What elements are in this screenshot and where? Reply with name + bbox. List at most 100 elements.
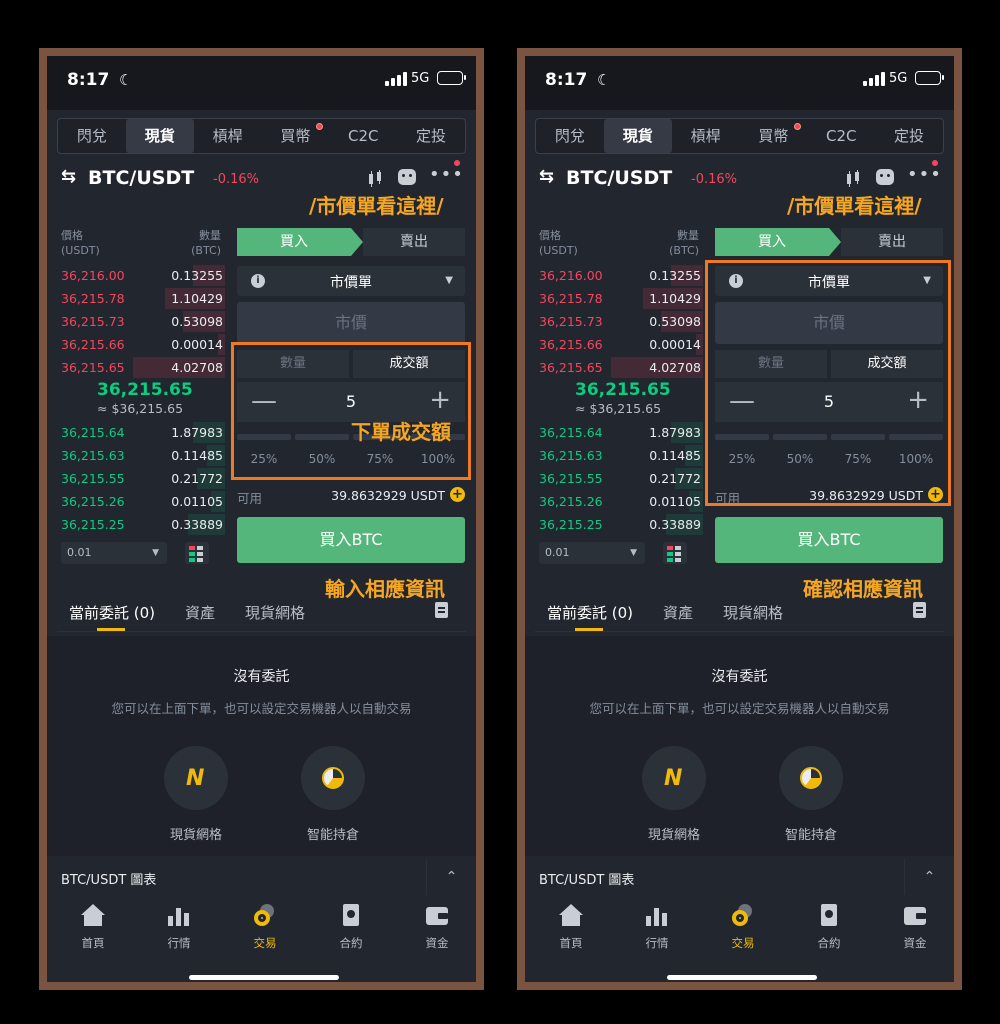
tab-recurring[interactable]: 定投 [875,119,943,153]
orderbook-row[interactable]: 36,215.25 0.33889 [57,513,225,536]
coins-icon [253,904,277,928]
orderbook-row[interactable]: 36,215.73 0.53098 [535,310,703,333]
orderbook-row[interactable]: 36,215.26 0.01105 [535,490,703,513]
tab-spot[interactable]: 現貨 [603,119,672,153]
trading-bot-icon[interactable] [876,169,894,185]
chart-bar[interactable]: BTC/USDT 圖表 ⌃ [47,859,476,895]
trading-bot-icon[interactable] [398,169,416,185]
notification-dot [454,160,460,166]
precision-select[interactable]: 0.01 [539,542,645,564]
nav-wallet[interactable]: 資金 [407,904,467,951]
tab-assets[interactable]: 資產 [185,602,215,623]
more-icon[interactable]: ••• [907,164,942,185]
promo-spot-grid[interactable]: N 現貨網格 [151,746,241,843]
orderbook-qty: 0.01105 [171,494,223,509]
home-indicator[interactable] [189,975,339,980]
candlestick-icon[interactable] [366,170,384,188]
chart-title: BTC/USDT 圖表 [61,873,157,888]
swap-icon[interactable]: ⇆ [61,166,76,187]
nav-trade[interactable]: 交易 [713,904,773,951]
nav-futures[interactable]: 合約 [799,904,859,951]
buy-btc-button[interactable]: 買入BTC [237,517,465,563]
orderbook-row[interactable]: 36,215.64 1.87983 [57,421,225,444]
orderbook-row[interactable]: 36,215.78 1.10429 [535,287,703,310]
tab-convert[interactable]: 閃兌 [536,119,604,153]
last-price-usd: ≈ $36,215.65 [575,401,662,416]
orderbook-price: 36,215.64 [61,425,125,440]
grid-bot-icon: N [664,766,683,791]
order-history-icon[interactable] [913,602,926,618]
tab-assets[interactable]: 資產 [663,602,693,623]
tab-c2c[interactable]: C2C [807,119,875,153]
nav-markets[interactable]: 行情 [149,904,209,951]
orderbook-row[interactable]: 36,215.55 0.21772 [57,467,225,490]
orderbook-row[interactable]: 36,215.55 0.21772 [535,467,703,490]
tab-margin[interactable]: 槓桿 [672,119,740,153]
battery-icon [915,71,944,85]
add-funds-icon[interactable]: + [450,487,465,502]
sell-tab[interactable]: 賣出 [841,228,943,256]
orderbook-row[interactable]: 36,215.78 1.10429 [57,287,225,310]
orderbook-row[interactable]: 36,215.66 0.00014 [57,333,225,356]
orderbook-row[interactable]: 36,215.64 1.87983 [535,421,703,444]
tab-buy-crypto[interactable]: 買幣 [261,119,329,153]
precision-select[interactable]: 0.01 [61,542,167,564]
tab-spot-grid[interactable]: 現貨網格 [723,602,783,623]
orderbook-row[interactable]: 36,215.73 0.53098 [57,310,225,333]
tab-open-orders[interactable]: 當前委託 (0) [69,602,155,623]
market-price-field: 市價 [237,302,465,344]
chart-bar[interactable]: BTC/USDT 圖表 ⌃ [525,859,954,895]
home-indicator[interactable] [667,975,817,980]
more-icon[interactable]: ••• [429,164,464,185]
last-price[interactable]: 36,215.65 [97,380,193,400]
order-history-icon[interactable] [435,602,448,618]
candlestick-icon[interactable] [844,170,862,188]
orderbook-row[interactable]: 36,215.63 0.11485 [57,444,225,467]
buy-btc-button[interactable]: 買入BTC [715,517,943,563]
tab-spot[interactable]: 現貨 [125,119,194,153]
nav-wallet[interactable]: 資金 [885,904,945,951]
status-bar: 8:17 ☾ 5G [525,56,954,110]
sell-tab[interactable]: 賣出 [363,228,465,256]
orderbook-row[interactable]: 36,215.25 0.33889 [535,513,703,536]
tab-c2c[interactable]: C2C [329,119,397,153]
tab-recurring[interactable]: 定投 [397,119,465,153]
orderbook-price: 36,215.26 [61,494,125,509]
tab-open-orders[interactable]: 當前委託 (0) [547,602,633,623]
orderbook-row[interactable]: 36,215.63 0.11485 [535,444,703,467]
nav-home[interactable]: 首頁 [541,904,601,951]
orderbook-row[interactable]: 36,216.00 0.13255 [57,264,225,287]
nav-trade[interactable]: 交易 [235,904,295,951]
order-type-select[interactable]: i 市價單 ▼ [237,266,465,296]
product-tabs: 閃兌 現貨 槓桿 買幣 C2C 定投 [57,118,466,154]
chevron-up-icon[interactable]: ⌃ [904,859,954,895]
orderbook-row[interactable]: 36,216.00 0.13255 [535,264,703,287]
orderbook-row[interactable]: 36,215.65 4.02708 [57,356,225,379]
buy-tab[interactable]: 買入 [237,228,351,256]
tab-spot-grid[interactable]: 現貨網格 [245,602,305,623]
coins-icon [731,904,755,928]
swap-icon[interactable]: ⇆ [539,166,554,187]
promo-spot-grid[interactable]: N 現貨網格 [629,746,719,843]
orderbook-layout-icon[interactable] [663,542,687,564]
battery-icon [437,71,466,85]
nav-home[interactable]: 首頁 [63,904,123,951]
chevron-up-icon[interactable]: ⌃ [426,859,476,895]
orderbook-row[interactable]: 36,215.65 4.02708 [535,356,703,379]
pair-name[interactable]: BTC/USDT [88,167,194,189]
empty-title: 沒有委託 [711,669,768,685]
last-price[interactable]: 36,215.65 [575,380,671,400]
buy-tab[interactable]: 買入 [715,228,829,256]
tab-margin[interactable]: 槓桿 [194,119,262,153]
promo-smart-position[interactable]: 智能持倉 [288,746,378,843]
nav-markets[interactable]: 行情 [627,904,687,951]
bottom-nav: 首頁 行情 交易 合約 資金 [525,896,954,982]
pair-name[interactable]: BTC/USDT [566,167,672,189]
orderbook-row[interactable]: 36,215.66 0.00014 [535,333,703,356]
promo-smart-position[interactable]: 智能持倉 [766,746,856,843]
tab-buy-crypto[interactable]: 買幣 [739,119,807,153]
orderbook-layout-icon[interactable] [185,542,209,564]
nav-futures[interactable]: 合約 [321,904,381,951]
orderbook-row[interactable]: 36,215.26 0.01105 [57,490,225,513]
tab-convert[interactable]: 閃兌 [58,119,126,153]
